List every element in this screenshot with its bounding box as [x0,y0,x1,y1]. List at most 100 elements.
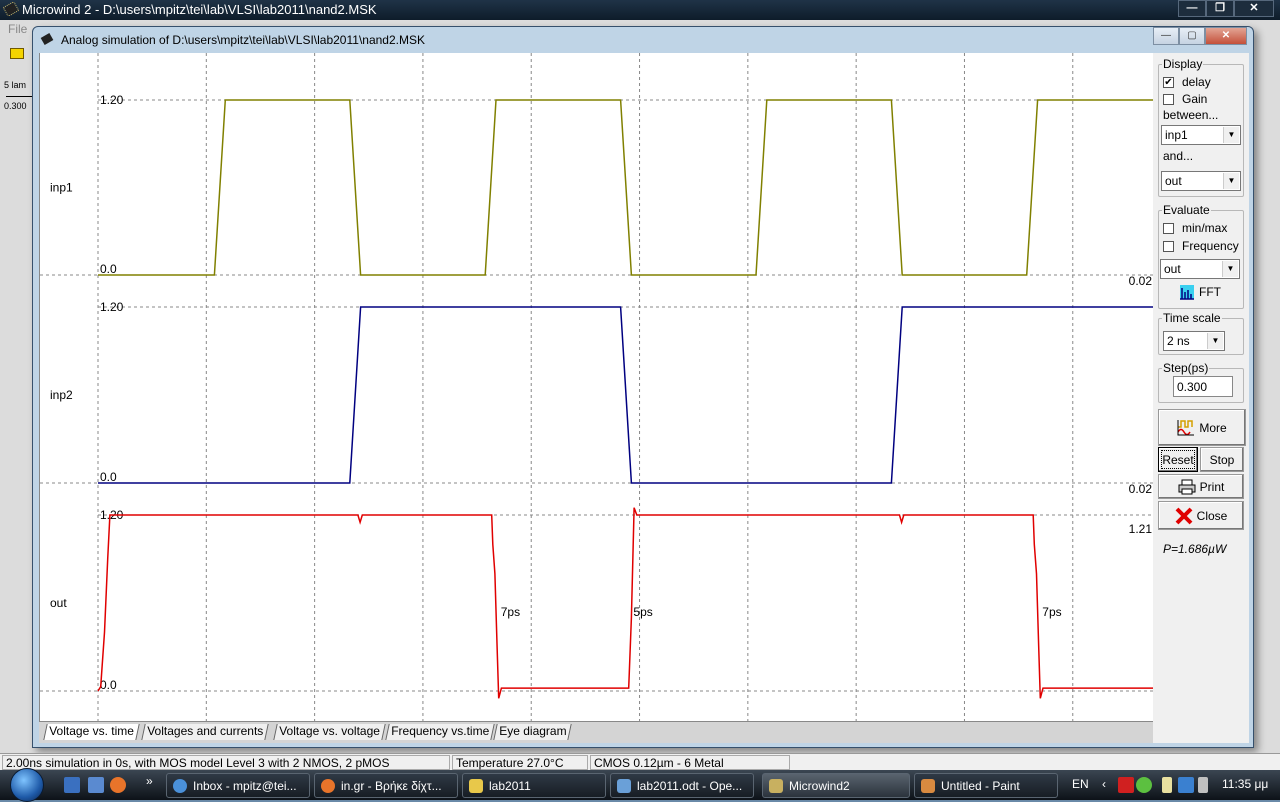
microwind-chip-icon [40,33,54,45]
antivirus-icon[interactable] [1118,777,1134,793]
status-simulation: 2.00ns simulation in 0s, with MOS model … [2,755,450,770]
switch-windows-icon[interactable] [88,777,104,793]
right-annotation: 1.21 [1129,522,1153,536]
step-legend: Step(ps) [1163,361,1209,375]
y-tick-label: 0.0 [100,470,117,484]
evaluate-legend: Evaluate [1163,203,1210,217]
show-desktop-icon[interactable] [64,777,80,793]
network-icon[interactable] [1178,777,1194,793]
start-button[interactable] [10,768,44,802]
red-x-icon [1175,507,1193,524]
stop-button[interactable]: Stop [1200,447,1244,472]
tab-voltage-vs-time[interactable]: Voltage vs. time [43,724,140,740]
y-tick-label: 1.20 [100,93,124,107]
chevron-down-icon[interactable]: ▼ [1223,173,1239,189]
dialog-maximize-button[interactable]: ▢ [1179,27,1205,45]
y-tick-label: 0.0 [100,678,117,692]
tab-frequency-vs-time[interactable]: Frequency vs.time [385,724,495,740]
main-title-bar: Microwind 2 - D:\users\mpitz\tei\lab\VLS… [0,0,1280,20]
firefox-icon[interactable] [110,777,126,793]
frequency-checkbox[interactable]: Frequency [1163,239,1239,253]
menu-file[interactable]: File [8,22,27,36]
right-annotation: 0.02 [1129,482,1153,496]
more-button[interactable]: More [1158,409,1246,446]
between-select[interactable]: inp1 ▼ [1161,125,1241,145]
gain-check-box[interactable] [1163,93,1174,105]
main-window-title: Microwind 2 - D:\users\mpitz\tei\lab\VLS… [22,2,377,17]
delay-checkbox[interactable]: ✔ delay [1163,75,1211,89]
volume-icon[interactable] [1198,777,1208,793]
delay-check-box[interactable]: ✔ [1163,76,1174,88]
main-minimize-button[interactable]: — [1178,0,1206,17]
main-close-button[interactable]: ✕ [1234,0,1274,17]
tray-expand-button[interactable]: ‹ [1102,777,1106,791]
chip-icon [769,779,783,793]
paint-icon [921,779,935,793]
gain-checkbox[interactable]: Gain [1163,92,1207,106]
signal-trace-inp2 [98,306,1154,484]
task-lab2011-folder[interactable]: lab2011 [462,773,606,798]
frequency-check-box[interactable] [1163,240,1174,252]
messenger-icon[interactable] [1136,777,1152,793]
waveform-icon [1177,419,1195,435]
delay-annotation: 5ps [633,605,652,619]
signal-trace-out [97,507,1154,699]
analog-simulation-dialog: Analog simulation of D:\users\mpitz\tei\… [32,26,1254,748]
main-restore-button[interactable]: ❐ [1206,0,1234,17]
waveform-chart: 0.00.20.40.60.81.01.21.41.61.8Time(ns)1.… [40,53,1154,721]
fft-button[interactable]: FFT [1175,281,1225,303]
status-technology: CMOS 0.12µm - 6 Metal (1.20V,3.30V) [590,755,790,784]
power-plug-icon[interactable] [1162,777,1172,793]
task-inbox[interactable]: Inbox - mpitz@tei... [166,773,310,798]
folder-icon [469,779,483,793]
tab-voltages-and-currents[interactable]: Voltages and currents [141,724,269,740]
side-panel: Display ✔ delay Gain between... inp1 ▼ and… [1153,53,1249,743]
firefox-icon [321,779,335,793]
power-readout: P=1.686µW [1163,542,1227,556]
dialog-close-button[interactable]: ✕ [1205,27,1247,45]
printer-icon [1178,479,1196,494]
dialog-minimize-button[interactable]: — [1153,27,1179,45]
tab-voltage-vs-voltage[interactable]: Voltage vs. voltage [273,724,386,740]
minmax-check-box[interactable] [1163,222,1174,234]
chevron-down-icon[interactable]: ▼ [1222,261,1238,277]
clock[interactable]: 11:35 μμ [1222,777,1268,791]
minmax-checkbox[interactable]: min/max [1163,221,1227,235]
time-scale-legend: Time scale [1163,311,1221,325]
task-paint[interactable]: Untitled - Paint [914,773,1058,798]
taskbar: » Inbox - mpitz@tei... in.gr - Βρήκε δίχ… [0,768,1280,802]
time-scale-select[interactable]: 2 ns ▼ [1163,331,1225,351]
task-lab2011-document[interactable]: lab2011.odt - Ope... [610,773,754,798]
dialog-title-bar: Analog simulation of D:\users\mpitz\tei\… [33,27,1253,53]
language-indicator[interactable]: EN [1072,777,1089,791]
y-tick-label: 1.20 [100,300,124,314]
signal-name-label: out [50,596,67,610]
signal-name-label: inp2 [50,388,73,402]
dialog-title: Analog simulation of D:\users\mpitz\tei\… [61,33,425,47]
open-folder-icon[interactable] [10,48,24,59]
fft-spectrum-icon [1180,285,1194,300]
dialog-client: 0.00.20.40.60.81.01.21.41.61.8Time(ns)1.… [39,53,1249,743]
display-legend: Display [1163,57,1203,71]
close-button[interactable]: Close [1158,501,1244,530]
status-temperature: Temperature 27.0°C [452,755,588,770]
and-select[interactable]: out ▼ [1161,171,1241,191]
quicklaunch-more-button[interactable]: » [146,774,153,788]
tab-eye-diagram[interactable]: Eye diagram [493,724,573,740]
microwind-chip-icon [3,2,19,16]
reset-button[interactable]: Reset [1158,447,1198,472]
step-input[interactable]: 0.300 [1173,376,1233,397]
chevron-down-icon[interactable]: ▼ [1207,333,1223,349]
between-label: between... [1163,108,1219,122]
delay-annotation: 7ps [501,605,520,619]
chevron-down-icon[interactable]: ▼ [1223,127,1239,143]
task-browser[interactable]: in.gr - Βρήκε δίχτ... [314,773,458,798]
delay-annotation: 7ps [1042,605,1061,619]
evaluate-select[interactable]: out ▼ [1160,259,1240,279]
print-button[interactable]: Print [1158,474,1244,499]
y-tick-label: 0.0 [100,262,117,276]
thunderbird-icon [173,779,187,793]
signal-name-label: inp1 [50,181,73,195]
right-annotation: 0.02 [1129,274,1153,288]
task-microwind2[interactable]: Microwind2 [762,773,910,798]
